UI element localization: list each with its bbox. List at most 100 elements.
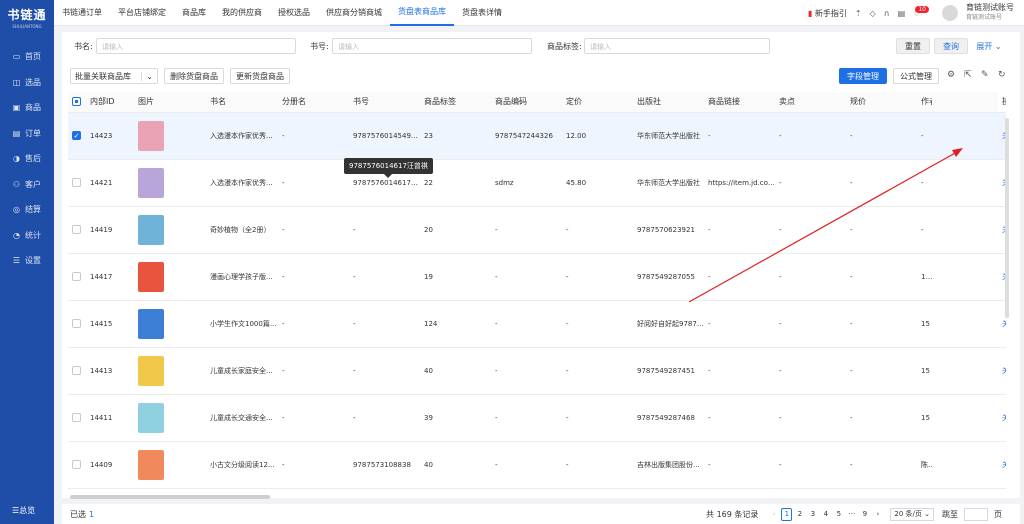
page-number[interactable]: 3 <box>807 508 818 521</box>
row-checkbox[interactable]: ✓ <box>72 131 81 140</box>
book-cover-image[interactable] <box>138 214 164 245</box>
query-button[interactable]: 查询 <box>934 38 968 54</box>
page-number[interactable]: 2 <box>794 508 805 521</box>
sidebar-item-8[interactable]: ☰ 设置 <box>0 248 54 274</box>
horizontal-scrollbar[interactable] <box>70 495 270 499</box>
table-row[interactable]: 14417 漫画心理学孩子版... - -19- -9787549287055- - -16… <box>68 253 1006 301</box>
sidebar-item-4[interactable]: ◑ 售后 <box>0 146 54 172</box>
sidebar-item-6[interactable]: ◎ 结算 <box>0 197 54 223</box>
column-header: 商品编码 <box>491 92 562 113</box>
page-size-select[interactable]: 20 条/页 ⌄ <box>890 507 934 521</box>
export-icon[interactable]: ⇱ <box>964 70 972 80</box>
page-number[interactable]: 1 <box>781 507 793 521</box>
tab-1[interactable]: 平台店铺绑定 <box>110 0 174 26</box>
link-library-link[interactable]: 关联商品库 <box>1002 414 1006 422</box>
page-number[interactable]: ··· <box>846 508 857 521</box>
user-menu[interactable]: 育链测试账号 育链测试账号 <box>966 3 1014 23</box>
tab-4[interactable]: 授权选品 <box>270 0 318 26</box>
table-row[interactable]: 14419奇妙植物（全2册）--20--9787570623921----关联商… <box>68 206 1006 254</box>
page-number[interactable]: 9 <box>859 508 870 521</box>
menu-icon: ☰ <box>12 505 20 515</box>
document-icon[interactable]: ▤ <box>898 9 906 18</box>
bell-icon[interactable]: ♢10 <box>913 5 934 18</box>
gear-icon[interactable]: ⚙ <box>947 70 955 80</box>
cell-link: - <box>704 253 775 301</box>
delete-button[interactable]: 删除货盘商品 <box>164 68 224 84</box>
tag-icon[interactable]: ◇ <box>870 9 876 18</box>
app-logo[interactable]: 书链通 SHULIANTONG <box>0 0 54 34</box>
link-library-link[interactable]: 关联商品库 <box>1002 367 1006 375</box>
cell-sub: - <box>278 441 349 489</box>
cell-tag: 40 <box>420 441 491 489</box>
refresh-icon[interactable]: ↻ <box>998 70 1006 80</box>
page-number[interactable]: 5 <box>833 508 844 521</box>
batch-link-button[interactable]: 批量关联商品库 ⌄ <box>70 68 158 84</box>
table-row[interactable]: 14415 小学生作文1000篇... - -124- - 好阅好自好起97875... -… <box>68 300 1006 348</box>
sidebar-item-2[interactable]: ▣ 商品 <box>0 95 54 121</box>
tab-7[interactable]: 货盘表详情 <box>454 0 510 26</box>
table-row[interactable]: 14409 小古文分级阅读12... -9787573108838 40- - 吉林出版集… <box>68 441 1006 489</box>
cell-title: 奇妙植物（全2册） <box>206 206 278 254</box>
sidebar-collapse[interactable]: ☰ 总览 <box>0 500 54 520</box>
upload-icon[interactable]: ⇡ <box>855 9 862 18</box>
cell-pub: 9787549287468 <box>633 394 704 442</box>
book-cover-image[interactable] <box>138 308 164 339</box>
reset-button[interactable]: 重置 <box>896 38 930 54</box>
table-row[interactable]: 14411 儿童成长交通安全... - -39- -9787549287468- - -15… <box>68 394 1006 442</box>
table-row[interactable]: 14421 入选漫本作家优秀... -9787576014617汪... 22 sdmz… <box>68 159 1006 207</box>
book-cover-image[interactable] <box>138 355 164 386</box>
isbn-input[interactable]: 请输入 <box>332 38 532 54</box>
row-checkbox[interactable] <box>72 413 81 422</box>
guide-link[interactable]: ▮ 新手指引 <box>808 8 847 19</box>
formula-manage-button[interactable]: 公式管理 <box>893 68 939 84</box>
sidebar-item-0[interactable]: ▭ 首页 <box>0 44 54 70</box>
row-checkbox[interactable] <box>72 225 81 234</box>
cell-id: 14415 <box>86 300 134 348</box>
tab-6[interactable]: 货盘表商品库 <box>390 0 454 26</box>
sidebar-item-7[interactable]: ◔ 统计 <box>0 223 54 249</box>
sidebar-item-5[interactable]: ⚇ 客户 <box>0 172 54 198</box>
top-nav: 书链通订单 平台店铺绑定 商品库 我的供应商 授权选品 供应商分销商城 货盘表商品库 货盘表详… <box>54 0 1024 26</box>
tab-0[interactable]: 书链通订单 <box>54 0 110 26</box>
cell-link: - <box>704 488 775 497</box>
goto-input[interactable] <box>964 507 988 521</box>
row-checkbox[interactable] <box>72 272 81 281</box>
update-button[interactable]: 更新货盘商品 <box>230 68 290 84</box>
row-checkbox[interactable] <box>72 366 81 375</box>
link-library-link[interactable]: 关联商品库 <box>1002 461 1006 469</box>
next-page-icon[interactable]: › <box>872 508 883 521</box>
order-icon: ▤ <box>12 128 21 138</box>
book-cover-image[interactable] <box>138 167 164 198</box>
select-all-checkbox[interactable] <box>72 97 81 107</box>
table-row[interactable]: ✓ 14423 入选漫本作家优秀... -9787576014549东... 23 978… <box>68 112 1006 160</box>
page-number[interactable]: 4 <box>820 508 831 521</box>
row-checkbox[interactable] <box>72 319 81 328</box>
book-cover-image[interactable] <box>138 120 164 151</box>
sidebar-item-3[interactable]: ▤ 订单 <box>0 121 54 147</box>
field-manage-button[interactable]: 字段管理 <box>839 68 887 84</box>
row-checkbox[interactable] <box>72 178 81 187</box>
prev-page-icon[interactable]: ‹ <box>768 508 779 521</box>
sidebar-item-label: 统计 <box>25 230 41 240</box>
table-row[interactable]: 14413 儿童成长家庭安全... - -40- -9787549287451- - -15… <box>68 347 1006 395</box>
vertical-scrollbar[interactable] <box>1005 118 1009 318</box>
link-library-link[interactable]: 关联商品库 <box>1002 320 1006 328</box>
row-checkbox[interactable] <box>72 460 81 469</box>
tag-input[interactable]: 请输入 <box>584 38 770 54</box>
name-input[interactable]: 请输入 <box>96 38 296 54</box>
avatar[interactable] <box>942 5 958 21</box>
book-cover-image[interactable] <box>138 449 164 480</box>
cell-id: 14409 <box>86 441 134 489</box>
expand-button[interactable]: 展开 ⌄ <box>972 38 1006 54</box>
book-cover-image[interactable] <box>138 261 164 292</box>
sidebar-item-label: 设置 <box>25 256 41 266</box>
tab-3[interactable]: 我的供应商 <box>214 0 270 26</box>
product-table: 内部ID图片书名分册名书号商品标签商品编码定价出版社商品链接卖点规价作者 操作 ✓… <box>68 92 1006 497</box>
book-cover-image[interactable] <box>138 402 164 433</box>
headset-icon[interactable]: ∩ <box>884 9 890 18</box>
edit-icon[interactable]: ✎ <box>981 70 989 80</box>
tab-2[interactable]: 商品库 <box>174 0 214 26</box>
cell-title: 儿童成长交通安全... <box>206 394 278 442</box>
tab-5[interactable]: 供应商分销商城 <box>318 0 390 26</box>
sidebar-item-1[interactable]: ◫ 选品 <box>0 70 54 96</box>
